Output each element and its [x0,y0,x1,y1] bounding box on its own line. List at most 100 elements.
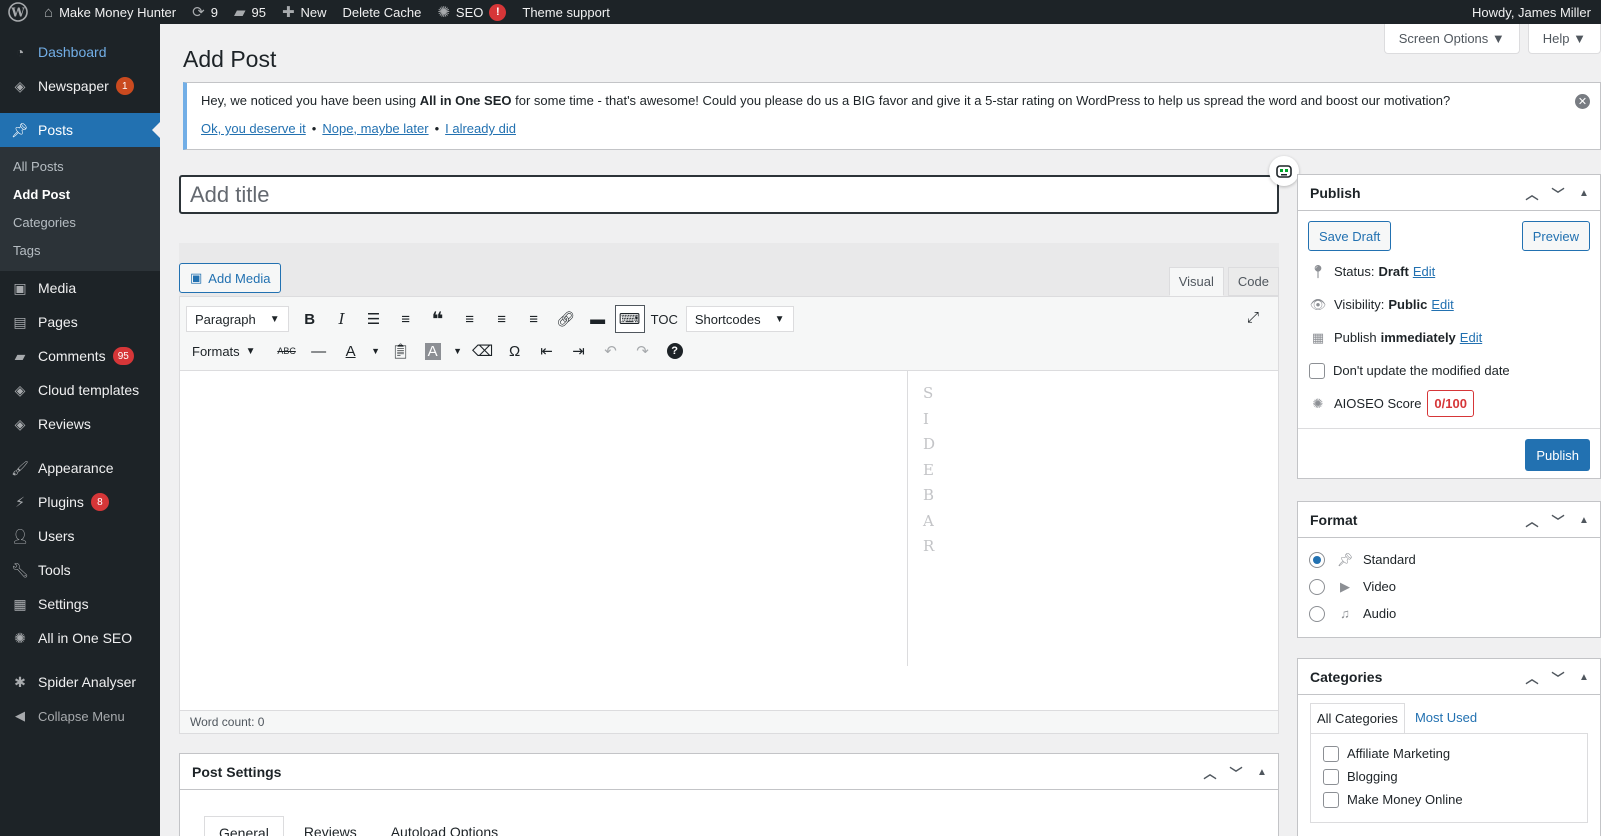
tab-code[interactable]: Code [1227,267,1279,296]
chevron-down-icon[interactable]: ﹀ [1550,668,1566,687]
seo-menu-link[interactable]: ✺ SEO ! [429,0,514,24]
bulleted-list-icon[interactable]: ☰ [359,305,389,333]
menu-media[interactable]: ▣ Media [0,271,160,305]
menu-cloud-templates[interactable]: ◈ Cloud templates [0,373,160,407]
toggle-panel-icon[interactable]: ▲ [1576,515,1592,526]
save-draft-button[interactable]: Save Draft [1308,221,1392,251]
text-color-icon[interactable]: A [336,337,366,365]
post-title-input[interactable]: Add title [179,175,1279,214]
horizontal-line-icon[interactable]: — [304,337,334,365]
fullscreen-icon[interactable]: ⤢ [1238,303,1268,331]
chevron-down-icon[interactable]: ﹀ [1550,511,1566,530]
redo-icon[interactable]: ↷ [628,337,658,365]
submenu-categories[interactable]: Categories [0,209,160,237]
editor-content-area[interactable]: S I D E B A R [180,371,1278,666]
menu-comments[interactable]: ▰ Comments 95 [0,339,160,373]
robot-icon[interactable] [1269,156,1299,186]
chevron-up-icon[interactable]: ︿ [1524,511,1540,530]
format-option-video[interactable]: ▶ Video [1298,573,1600,600]
italic-icon[interactable]: I [327,305,357,333]
menu-users[interactable]: 👤︎ Users [0,519,160,553]
align-right-icon[interactable]: ≡ [519,305,549,333]
screen-options-button[interactable]: Screen Options ▼ [1383,24,1520,54]
toolbar-toggle-icon[interactable]: ⌨︎ [614,305,645,333]
site-name-link[interactable]: ⌂ Make Money Hunter [36,0,184,24]
read-more-icon[interactable]: ▬ [583,305,613,333]
menu-settings[interactable]: ▦ Settings [0,587,160,621]
menu-posts[interactable]: 📌︎ Posts [0,113,160,147]
clear-formatting-icon[interactable]: ⌫ [468,337,498,365]
tab-general[interactable]: General [204,816,284,836]
chevron-up-icon[interactable]: ︿ [1524,668,1540,687]
menu-newspaper[interactable]: ◈ Newspaper 1 [0,69,160,103]
special-character-icon[interactable]: Ω [500,337,530,365]
toggle-panel-icon[interactable]: ▲ [1576,672,1592,683]
tab-reviews[interactable]: Reviews [290,816,371,836]
chevron-down-icon[interactable]: ﹀ [1550,184,1566,203]
menu-dashboard[interactable]: ◔ Dashboard [0,35,160,69]
format-radio-video[interactable] [1309,578,1325,595]
toggle-panel-icon[interactable]: ▲ [1254,767,1270,778]
submenu-add-post[interactable]: Add Post [0,181,160,209]
menu-plugins[interactable]: ⚡︎ Plugins 8 [0,485,160,519]
notice-link-deserve-it[interactable]: Ok, you deserve it [201,121,306,136]
delete-cache-link[interactable]: Delete Cache [335,0,430,24]
edit-visibility-link[interactable]: Edit [1431,297,1453,312]
updates-link[interactable]: ⟳ 9 [184,0,226,24]
link-icon[interactable]: 🔗︎ [551,305,581,333]
notice-link-maybe-later[interactable]: Nope, maybe later [322,121,428,136]
menu-pages[interactable]: ▤ Pages [0,305,160,339]
text-color-caret-icon[interactable]: ▼ [368,337,384,365]
tab-autoload-options[interactable]: Autoload Options [377,816,512,836]
undo-icon[interactable]: ↶ [596,337,626,365]
menu-tools[interactable]: 🔧︎ Tools [0,553,160,587]
tab-most-used[interactable]: Most Used [1409,703,1483,733]
chevron-up-icon[interactable]: ︿ [1524,184,1540,203]
publish-button[interactable]: Publish [1525,439,1590,471]
menu-spider-analyser[interactable]: ✱ Spider Analyser [0,665,160,699]
category-checkbox[interactable] [1323,745,1339,762]
comments-link[interactable]: ▰ 95 [226,0,274,24]
format-radio-audio[interactable] [1309,605,1325,622]
category-checkbox[interactable] [1323,791,1339,808]
menu-reviews[interactable]: ◈ Reviews [0,407,160,441]
background-color-caret-icon[interactable]: ▼ [450,337,466,365]
chevron-up-icon[interactable]: ︿ [1202,763,1218,782]
category-item[interactable]: Blogging [1323,765,1575,788]
bold-icon[interactable]: B [295,305,325,333]
notice-link-already-did[interactable]: I already did [445,121,516,136]
add-media-button[interactable]: ▣ Add Media [179,263,282,293]
menu-aioseo[interactable]: ✺ All in One SEO [0,621,160,655]
submenu-tags[interactable]: Tags [0,237,160,265]
help-icon[interactable]: ? [660,337,690,365]
edit-publish-time-link[interactable]: Edit [1460,330,1482,345]
category-item[interactable]: Make Money Online [1323,788,1575,811]
chevron-down-icon[interactable]: ﹀ [1228,763,1244,782]
format-option-audio[interactable]: ♫ Audio [1298,600,1600,627]
wordpress-logo[interactable]: W [0,0,36,24]
tab-all-categories[interactable]: All Categories [1310,703,1405,733]
theme-support-link[interactable]: Theme support [514,0,617,24]
align-left-icon[interactable]: ≡ [455,305,485,333]
notice-dismiss-icon[interactable]: ✕ [1575,94,1590,109]
background-color-icon[interactable]: A [418,337,448,365]
formats-dropdown[interactable]: Formats ▼ [186,344,262,359]
new-content-link[interactable]: ✚ New [274,0,335,24]
shortcodes-select[interactable]: Shortcodes ▼ [685,306,794,332]
paste-text-icon[interactable]: 📋︎ [386,337,416,365]
paragraph-select[interactable]: Paragraph ▼ [186,306,289,332]
tab-visual[interactable]: Visual [1168,267,1224,296]
help-button[interactable]: Help ▼ [1527,24,1601,54]
blockquote-icon[interactable]: ❝ [423,305,453,333]
submenu-all-posts[interactable]: All Posts [0,153,160,181]
toggle-panel-icon[interactable]: ▲ [1576,188,1592,199]
toc-button[interactable]: TOC [647,312,682,327]
indent-icon[interactable]: ⇥ [564,337,594,365]
collapse-menu-button[interactable]: ◀ Collapse Menu [0,699,160,733]
category-item[interactable]: Affiliate Marketing [1323,742,1575,765]
edit-status-link[interactable]: Edit [1413,264,1435,279]
my-account-link[interactable]: Howdy, James Miller [1464,0,1601,24]
strikethrough-icon[interactable]: ABC [272,337,302,365]
align-center-icon[interactable]: ≡ [487,305,517,333]
format-option-standard[interactable]: 📌︎ Standard [1298,546,1600,573]
